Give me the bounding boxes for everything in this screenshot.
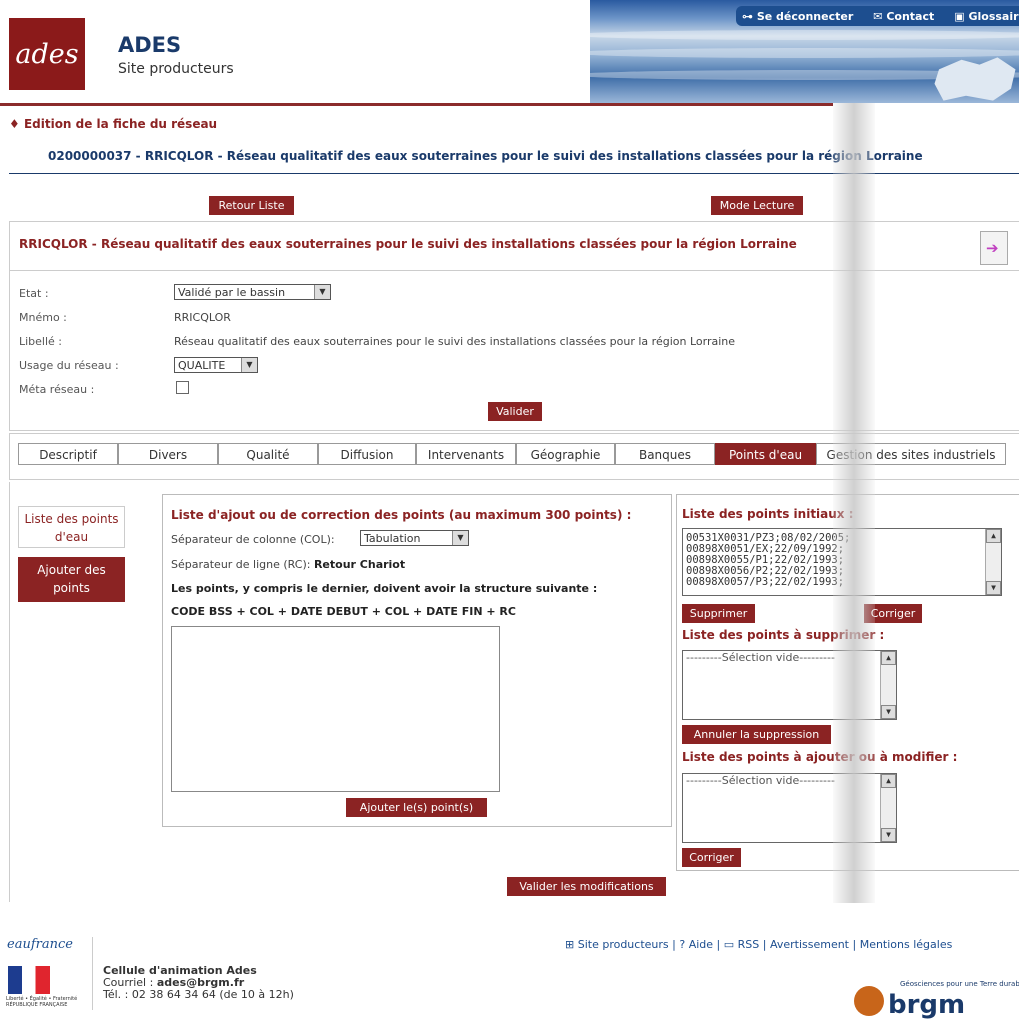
add-points-title: Liste d'ajout ou de correction des point…: [171, 508, 632, 522]
tab-banques[interactable]: Banques: [615, 443, 715, 465]
etat-label: Etat :: [19, 287, 49, 300]
page-title-text: Edition de la fiche du réseau: [23, 117, 218, 131]
footer-nav: ⊞ Site producteurs | ? Aide | ▭ RSS | Av…: [565, 938, 953, 951]
meta-label: Méta réseau :: [19, 383, 95, 396]
initial-points-title: Liste des points initiaux :: [682, 507, 854, 521]
export-icon[interactable]: [980, 231, 1008, 265]
chevron-down-icon: ▼: [452, 531, 468, 545]
page-title: ♦ Edition de la fiche du réseau: [9, 117, 218, 131]
row-separator-label: Séparateur de ligne (RC): Retour Chariot: [171, 558, 405, 571]
scroll-up-icon[interactable]: ▲: [881, 774, 896, 788]
republique-francaise-text: Liberté • Égalité • Fraternité RÉPUBLIQU…: [6, 996, 78, 1008]
sidebar-item-add-points[interactable]: Ajouter des points: [18, 557, 125, 602]
shadow-overlay: [833, 103, 875, 903]
scrollbar[interactable]: ▲ ▼: [880, 774, 896, 842]
page-header: ades ADES Site producteurs ⊶ Se déconnec…: [0, 0, 1019, 103]
add-points-button[interactable]: Ajouter le(s) point(s): [346, 798, 487, 817]
footer-link-warning[interactable]: Avertissement: [770, 938, 849, 951]
tab-intervenants[interactable]: Intervenants: [416, 443, 516, 465]
tab-points-eau[interactable]: Points d'eau: [715, 443, 816, 465]
glossary-label: Glossaire: [968, 9, 1019, 23]
eaufrance-logo[interactable]: eaufrance: [7, 937, 73, 952]
correct-button-2[interactable]: Corriger: [682, 848, 741, 867]
marianne-logo: [8, 966, 50, 994]
scrollbar[interactable]: ▲ ▼: [985, 529, 1001, 595]
contact-label: Contact: [886, 9, 935, 23]
points-textarea[interactable]: [171, 626, 500, 792]
footer-link-rss[interactable]: RSS: [738, 938, 760, 951]
france-map-icon: [934, 57, 1016, 101]
col-separator-value: Tabulation: [364, 532, 421, 545]
scroll-up-icon[interactable]: ▲: [881, 651, 896, 665]
structure-note: Les points, y compris le dernier, doiven…: [171, 582, 598, 595]
rss-icon: ▭: [723, 938, 735, 951]
to-add-title: Liste des points à ajouter ou à modifier…: [682, 750, 958, 764]
mnemo-value: RRICQLOR: [174, 311, 231, 324]
network-title: 0200000037 - RRICQLOR - Réseau qualitati…: [48, 149, 923, 163]
footer-link-site[interactable]: Site producteurs: [578, 938, 669, 951]
chevron-down-icon: ▼: [314, 285, 330, 299]
brgm-logo-text[interactable]: brgm: [888, 990, 965, 1020]
help-icon: ?: [679, 938, 686, 951]
row-separator-value: Retour Chariot: [313, 558, 406, 571]
top-nav: ⊶ Se déconnecter ✉ Contact ▣ Glossaire: [736, 6, 1019, 26]
contact-link[interactable]: ✉ Contact: [873, 10, 944, 23]
meta-network-checkbox[interactable]: [176, 381, 189, 394]
footer-phone: Tél. : 02 38 64 34 64 (de 10 à 12h): [103, 988, 294, 1001]
brgm-logo-icon[interactable]: [854, 986, 884, 1016]
tab-diffusion[interactable]: Diffusion: [318, 443, 416, 465]
libelle-label: Libellé :: [19, 335, 63, 348]
tab-qualite[interactable]: Qualité: [218, 443, 318, 465]
logo-text: ades: [15, 38, 79, 70]
brgm-tagline: Géosciences pour une Terre durable: [900, 980, 1019, 988]
footer-link-help[interactable]: Aide: [689, 938, 713, 951]
usage-value: QUALITE: [178, 359, 226, 372]
tab-divers[interactable]: Divers: [118, 443, 218, 465]
footer-link-legal[interactable]: Mentions légales: [860, 938, 953, 951]
sidebar-item-points-list[interactable]: Liste des points d'eau: [18, 506, 125, 548]
mnemo-label: Mnémo :: [19, 311, 67, 324]
etat-value: Validé par le bassin: [178, 286, 286, 299]
col-separator-label: Séparateur de colonne (COL):: [171, 533, 335, 546]
save-changes-button[interactable]: Valider les modifications: [507, 877, 666, 896]
glossary-link[interactable]: ▣ Glossaire: [954, 10, 1019, 23]
etat-select[interactable]: Validé par le bassin ▼: [174, 284, 331, 300]
structure-format: CODE BSS + COL + DATE DEBUT + COL + DATE…: [171, 605, 516, 618]
libelle-value: Réseau qualitatif des eaux souterraines …: [174, 335, 736, 348]
sitemap-icon: ⊞: [565, 938, 575, 951]
usage-label: Usage du réseau :: [19, 359, 119, 372]
logout-label: Se déconnecter: [756, 9, 854, 23]
app-title: ADES: [118, 33, 182, 57]
app-subtitle: Site producteurs: [118, 61, 234, 77]
col-separator-select[interactable]: Tabulation ▼: [360, 530, 469, 546]
ades-logo[interactable]: ades: [9, 18, 85, 90]
scrollbar[interactable]: ▲ ▼: [880, 651, 896, 719]
cancel-delete-button[interactable]: Annuler la suppression: [682, 725, 831, 744]
back-to-list-button[interactable]: Retour Liste: [209, 196, 294, 215]
footer-divider: [92, 937, 93, 1010]
chevron-down-icon: ▼: [241, 358, 257, 372]
header-divider: [0, 103, 833, 106]
usage-select[interactable]: QUALITE ▼: [174, 357, 258, 373]
card-title: RRICQLOR - Réseau qualitatif des eaux so…: [19, 237, 797, 251]
delete-button[interactable]: Supprimer: [682, 604, 755, 623]
row-separator-label-text: Séparateur de ligne (RC):: [171, 558, 311, 571]
scroll-up-icon[interactable]: ▲: [986, 529, 1001, 543]
scroll-down-icon[interactable]: ▼: [986, 581, 1001, 595]
validate-button[interactable]: Valider: [488, 402, 542, 421]
read-mode-button[interactable]: Mode Lecture: [711, 196, 803, 215]
scroll-down-icon[interactable]: ▼: [881, 828, 896, 842]
tab-descriptif[interactable]: Descriptif: [18, 443, 118, 465]
logout-link[interactable]: ⊶ Se déconnecter: [742, 10, 863, 23]
tab-geographie[interactable]: Géographie: [516, 443, 615, 465]
scroll-down-icon[interactable]: ▼: [881, 705, 896, 719]
